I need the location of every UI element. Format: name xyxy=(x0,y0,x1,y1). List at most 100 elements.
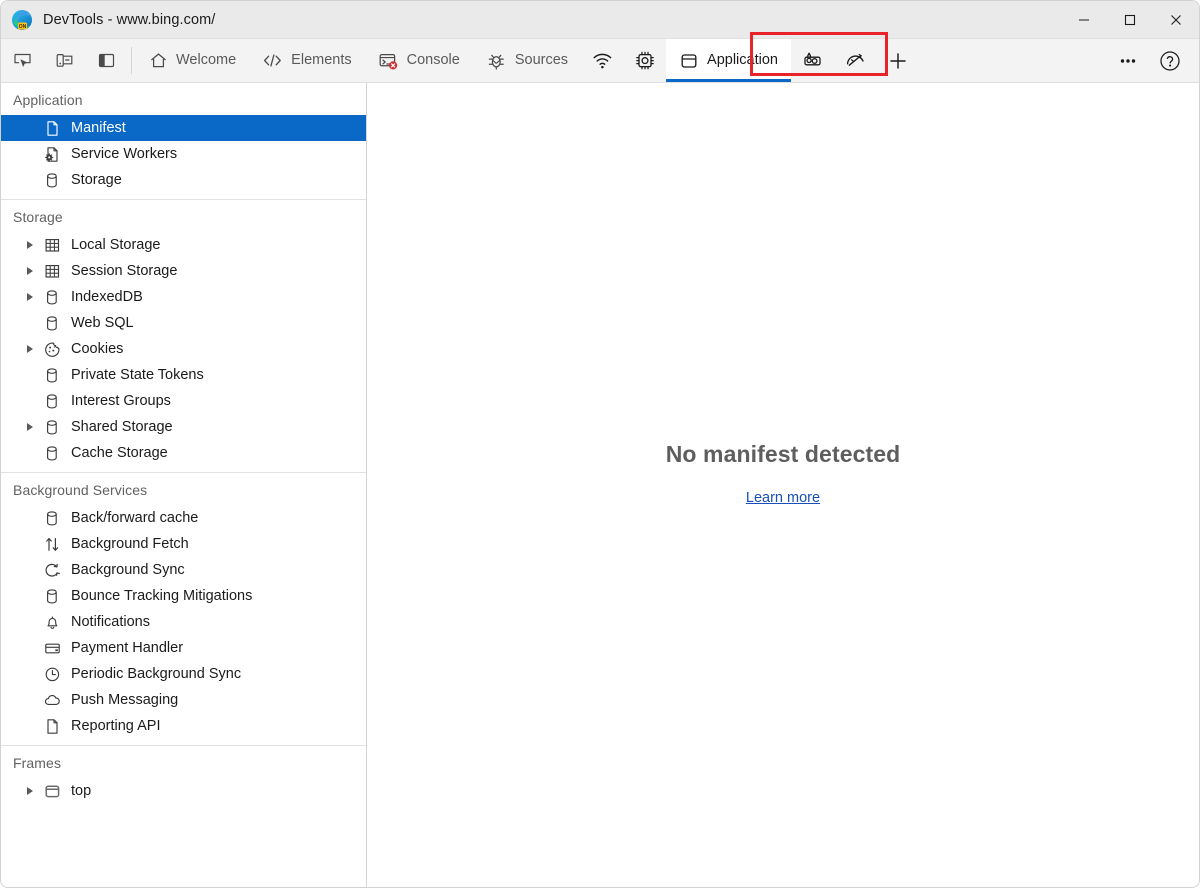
sidebar-item-back-forward-cache[interactable]: Back/forward cache xyxy=(1,505,366,531)
devtools-body: Application Manifest Service Workers Sto… xyxy=(1,83,1199,887)
application-sidebar[interactable]: Application Manifest Service Workers Sto… xyxy=(1,83,367,887)
wifi-icon xyxy=(591,50,614,71)
bell-icon xyxy=(41,614,63,631)
document-icon xyxy=(41,120,63,137)
plus-icon xyxy=(887,50,909,72)
sidebar-item-label: Push Messaging xyxy=(71,691,179,708)
sidebar-item-periodic-background-sync[interactable]: Periodic Background Sync xyxy=(1,661,366,687)
database-icon xyxy=(41,588,63,605)
tab-performance-insights[interactable] xyxy=(834,39,877,82)
sidebar-item-top-frame[interactable]: top xyxy=(1,778,366,804)
sidebar-section-background-services: Background Services Back/forward cache B… xyxy=(1,473,366,746)
sidebar-item-payment-handler[interactable]: Payment Handler xyxy=(1,635,366,661)
sidebar-item-label: Payment Handler xyxy=(71,639,184,656)
sidebar-item-indexeddb[interactable]: IndexedDB xyxy=(1,284,366,310)
code-brackets-icon xyxy=(262,51,283,70)
devtools-window: ON DevTools - www.bing.com/ Welcome Elem… xyxy=(0,0,1200,888)
database-icon xyxy=(41,393,63,410)
sidebar-item-label: Cache Storage xyxy=(71,444,168,461)
home-icon xyxy=(149,51,168,70)
sidebar-item-storage[interactable]: Storage xyxy=(1,167,366,193)
sidebar-item-shared-storage[interactable]: Shared Storage xyxy=(1,414,366,440)
tab-add-panel[interactable] xyxy=(877,39,919,82)
sidebar-item-background-sync[interactable]: Background Sync xyxy=(1,557,366,583)
sidebar-item-label: IndexedDB xyxy=(71,288,143,305)
tab-sources[interactable]: Sources xyxy=(473,39,581,82)
tab-console[interactable]: Console xyxy=(365,39,473,82)
maximize-icon[interactable] xyxy=(1107,1,1153,39)
document-icon xyxy=(41,718,63,735)
toolbar-right-buttons xyxy=(1098,39,1199,82)
tab-application[interactable]: Application xyxy=(666,39,791,82)
dock-panel-icon[interactable] xyxy=(85,39,127,82)
edge-devtools-logo-icon: ON xyxy=(11,9,33,31)
database-icon xyxy=(41,445,63,462)
sidebar-item-notifications[interactable]: Notifications xyxy=(1,609,366,635)
expand-triangle-icon[interactable] xyxy=(19,241,41,249)
sidebar-item-reporting-api[interactable]: Reporting API xyxy=(1,713,366,739)
database-icon xyxy=(41,419,63,436)
sidebar-item-label: Periodic Background Sync xyxy=(71,665,242,682)
device-toggle-icon[interactable] xyxy=(43,39,85,82)
svg-text:ON: ON xyxy=(19,24,27,30)
arrows-up-down-icon xyxy=(41,536,63,553)
sidebar-item-private-state-tokens[interactable]: Private State Tokens xyxy=(1,362,366,388)
tab-elements-label: Elements xyxy=(291,52,352,69)
sidebar-section-header: Storage xyxy=(13,209,63,225)
database-icon xyxy=(41,172,63,189)
sidebar-item-cookies[interactable]: Cookies xyxy=(1,336,366,362)
storage-box-icon xyxy=(679,51,699,71)
table-grid-icon xyxy=(41,237,63,254)
sidebar-section-header: Application xyxy=(13,92,83,108)
credit-card-icon xyxy=(41,640,63,657)
sidebar-item-local-storage[interactable]: Local Storage xyxy=(1,232,366,258)
expand-triangle-icon[interactable] xyxy=(19,293,41,301)
main-panel: No manifest detected Learn more xyxy=(367,83,1199,887)
learn-more-link[interactable]: Learn more xyxy=(746,490,820,506)
sidebar-item-manifest[interactable]: Manifest xyxy=(1,115,366,141)
cloud-icon xyxy=(41,692,63,709)
sidebar-item-label: Local Storage xyxy=(71,236,161,253)
sidebar-item-service-workers[interactable]: Service Workers xyxy=(1,141,366,167)
sidebar-section-application: Application Manifest Service Workers Sto… xyxy=(1,83,366,200)
minimize-icon[interactable] xyxy=(1061,1,1107,39)
sidebar-item-web-sql[interactable]: Web SQL xyxy=(1,310,366,336)
sidebar-item-label: Private State Tokens xyxy=(71,366,204,383)
tab-network[interactable] xyxy=(581,39,624,82)
sidebar-item-session-storage[interactable]: Session Storage xyxy=(1,258,366,284)
tab-performance[interactable] xyxy=(624,39,666,82)
sidebar-item-push-messaging[interactable]: Push Messaging xyxy=(1,687,366,713)
cookie-icon xyxy=(41,341,63,358)
expand-triangle-icon[interactable] xyxy=(19,345,41,353)
sidebar-item-label: Reporting API xyxy=(71,717,161,734)
expand-triangle-icon[interactable] xyxy=(19,267,41,275)
window-title: DevTools - www.bing.com/ xyxy=(43,11,216,28)
sidebar-item-label: Storage xyxy=(71,171,122,188)
toolbar-tabs: Welcome Elements Console Sources Applica… xyxy=(136,39,919,82)
tab-memory[interactable] xyxy=(791,39,834,82)
close-icon[interactable] xyxy=(1153,1,1199,39)
expand-triangle-icon[interactable] xyxy=(19,423,41,431)
tab-elements[interactable]: Elements xyxy=(249,39,364,82)
sidebar-item-label: Session Storage xyxy=(71,262,178,279)
sidebar-section-storage: Storage Local Storage Session Storage In… xyxy=(1,200,366,473)
sidebar-section-header: Frames xyxy=(13,755,62,771)
sidebar-item-label: Background Sync xyxy=(71,561,185,578)
frame-window-icon xyxy=(41,783,63,800)
question-circle-icon[interactable] xyxy=(1149,39,1191,82)
sync-circle-icon xyxy=(41,562,63,579)
ellipsis-icon[interactable] xyxy=(1107,39,1149,82)
database-icon xyxy=(41,289,63,306)
sidebar-item-interest-groups[interactable]: Interest Groups xyxy=(1,388,366,414)
console-icon xyxy=(378,51,399,71)
tab-welcome[interactable]: Welcome xyxy=(136,39,249,82)
sidebar-item-background-fetch[interactable]: Background Fetch xyxy=(1,531,366,557)
inspect-cursor-icon[interactable] xyxy=(1,39,43,82)
expand-triangle-icon[interactable] xyxy=(19,787,41,795)
gauge-icon xyxy=(844,50,867,71)
tab-welcome-label: Welcome xyxy=(176,52,237,69)
title-bar: ON DevTools - www.bing.com/ xyxy=(1,1,1199,39)
tab-sources-label: Sources xyxy=(514,52,569,69)
sidebar-item-cache-storage[interactable]: Cache Storage xyxy=(1,440,366,466)
sidebar-item-bounce-tracking-mitigations[interactable]: Bounce Tracking Mitigations xyxy=(1,583,366,609)
